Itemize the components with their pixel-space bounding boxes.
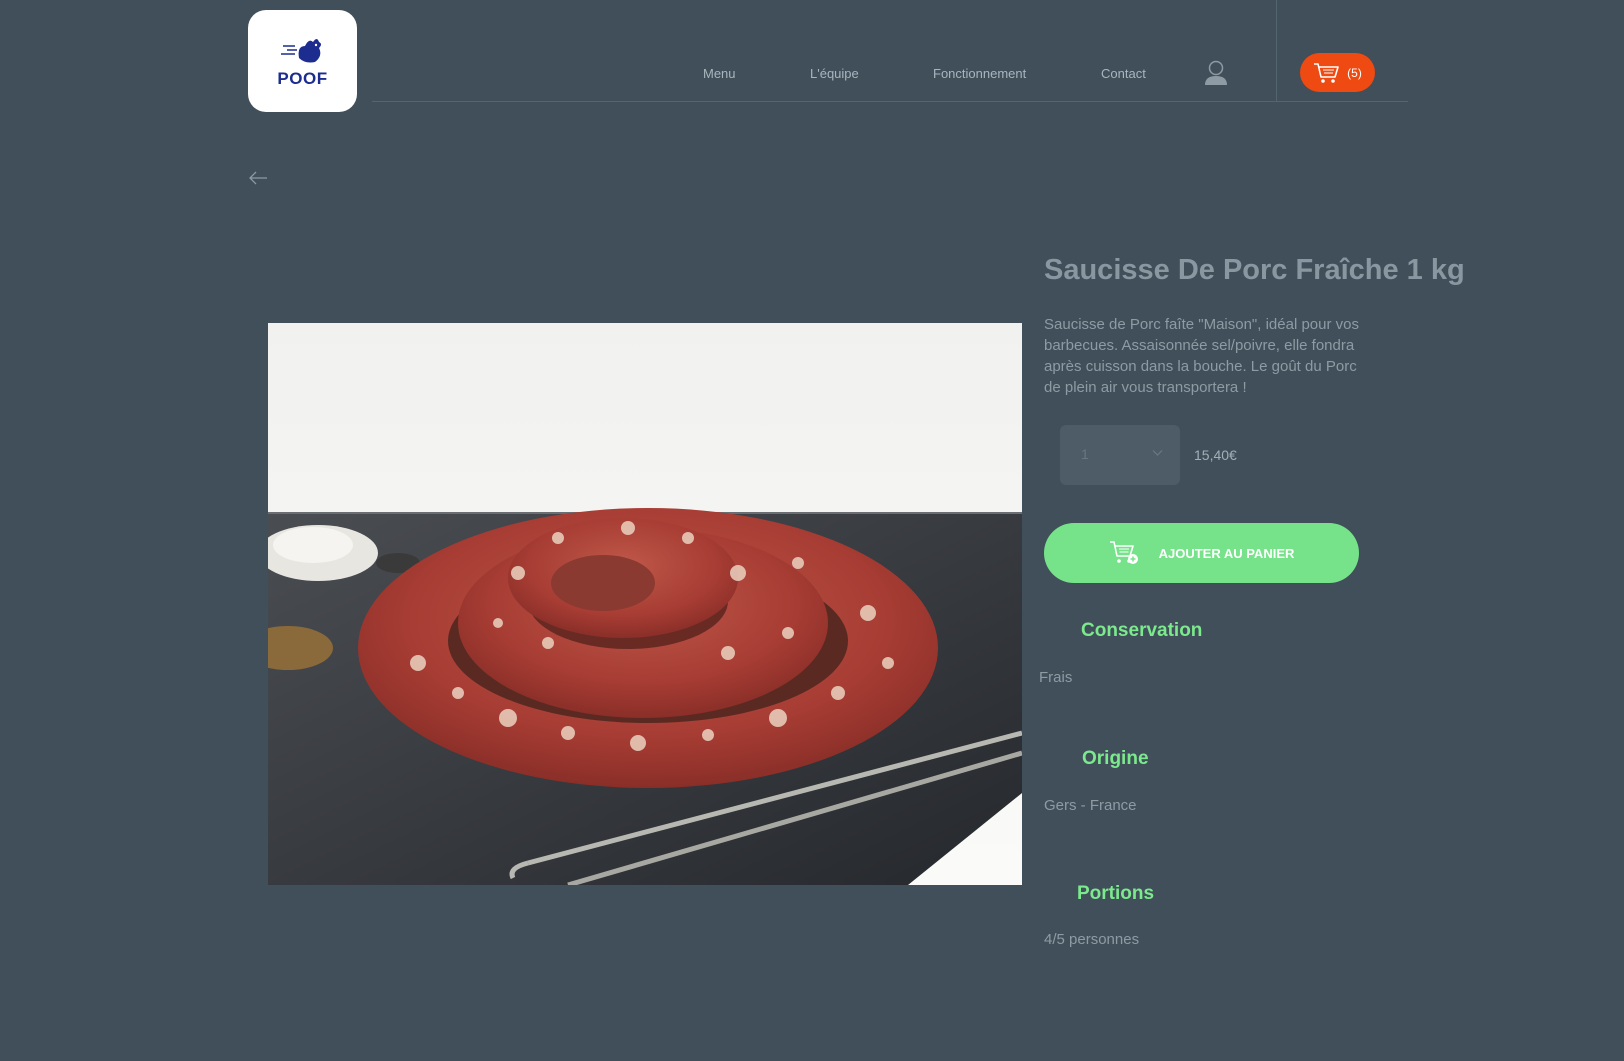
origine-title: Origine: [1082, 748, 1149, 769]
quantity-select[interactable]: 1: [1060, 425, 1180, 485]
nav-item-contact[interactable]: Contact: [1101, 66, 1146, 81]
logo-text: POOF: [277, 68, 328, 88]
nav-item-menu[interactable]: Menu: [703, 66, 736, 81]
product-title: Saucisse De Porc Fraîche 1 kg: [1044, 254, 1465, 286]
product-image: [268, 323, 1022, 885]
quantity-value: 1: [1081, 446, 1089, 462]
header-vertical-divider: [1276, 0, 1277, 101]
cart-button[interactable]: (5): [1300, 53, 1375, 92]
conservation-title: Conservation: [1081, 620, 1203, 641]
conservation-value: Frais: [1039, 669, 1073, 686]
cart-add-icon: [1109, 541, 1138, 564]
cart-count: (5): [1347, 65, 1362, 80]
arrow-left-icon[interactable]: [248, 170, 268, 186]
cart-icon: [1314, 62, 1339, 83]
chevron-down-icon: [1152, 450, 1163, 456]
header-divider: [372, 101, 1408, 102]
logo[interactable]: POOF: [248, 10, 357, 112]
add-to-cart-label: AJOUTER AU PANIER: [1158, 545, 1295, 561]
product-price: 15,40€: [1194, 447, 1237, 463]
product-description: Saucisse de Porc faîte "Maison", idéal p…: [1044, 316, 1359, 396]
portions-title: Portions: [1077, 883, 1155, 904]
origine-value: Gers - France: [1044, 797, 1137, 814]
portions-value: 4/5 personnes: [1044, 931, 1140, 948]
nav-item-fonctionnement[interactable]: Fonctionnement: [933, 66, 1026, 81]
rooster-icon: [280, 38, 321, 62]
add-to-cart-button[interactable]: AJOUTER AU PANIER: [1044, 523, 1359, 583]
user-icon[interactable]: [1204, 60, 1228, 86]
nav-item-equipe[interactable]: L'équipe: [810, 66, 859, 81]
